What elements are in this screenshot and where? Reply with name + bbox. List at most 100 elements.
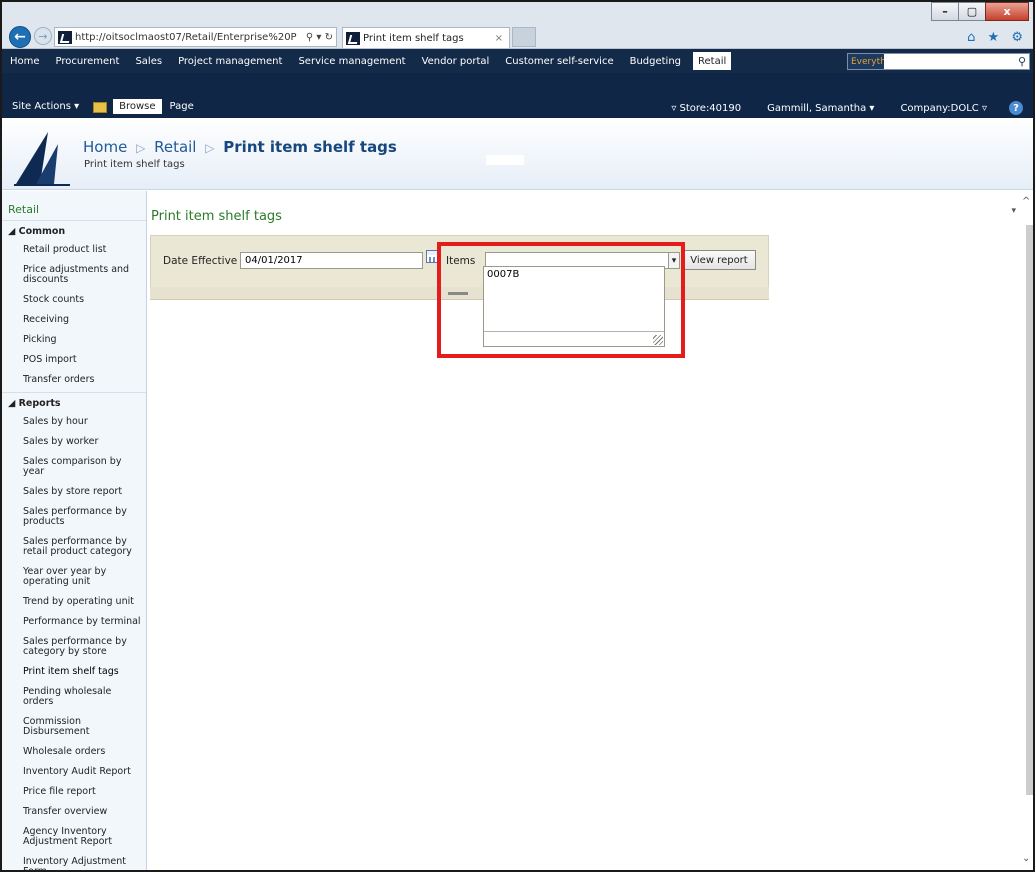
site-favicon-icon (58, 30, 72, 44)
forward-button[interactable]: → (34, 27, 52, 45)
left-nav-item[interactable]: Sales performance by retail product cate… (2, 532, 146, 562)
global-nav-item[interactable]: Budgeting (622, 49, 689, 73)
splitter-handle-icon[interactable] (448, 292, 468, 295)
browser-title-bar: – ▢ x ← → http://oitsoclmaost07/Retail/E… (2, 2, 1033, 49)
tab-close-icon[interactable]: × (495, 33, 503, 44)
left-nav-item[interactable]: Sales performance by products (2, 502, 146, 532)
tab-page[interactable]: Page (164, 99, 200, 114)
search-icon[interactable]: ⚲ (1015, 54, 1029, 69)
left-nav-item[interactable]: Sales comparison by year (2, 452, 146, 482)
left-nav-heading-reports[interactable]: ◢ Reports (2, 392, 146, 412)
left-nav-item[interactable]: Price adjustments and discounts (2, 260, 146, 290)
search-scope[interactable]: Everything (848, 54, 900, 69)
left-nav: Retail ◢ Common Retail product list Pric… (2, 191, 147, 871)
left-nav-item[interactable]: Wholesale orders (2, 742, 146, 762)
left-nav-item[interactable]: Receiving (2, 310, 146, 330)
parameters-splitter[interactable] (150, 287, 769, 300)
tab-browse[interactable]: Browse (113, 99, 162, 114)
left-nav-item[interactable]: Agency Inventory Adjustment Report (2, 822, 146, 852)
items-dropdown-arrow-icon[interactable]: ▾ (668, 252, 680, 269)
date-effective-input[interactable] (240, 252, 423, 269)
breadcrumb-retail[interactable]: Retail (154, 138, 196, 156)
left-nav-item[interactable]: Inventory Audit Report (2, 762, 146, 782)
left-nav-item[interactable]: Commission Disbursement (2, 712, 146, 742)
global-nav-item[interactable]: Service management (290, 49, 413, 73)
left-nav-item[interactable]: Stock counts (2, 290, 146, 310)
left-nav-item[interactable]: POS import (2, 350, 146, 370)
address-url[interactable]: http://oitsoclmaost07/Retail/Enterprise%… (75, 32, 303, 43)
minimize-button[interactable]: – (931, 2, 959, 21)
items-label: Items (446, 255, 476, 267)
page-title: Print item shelf tags (151, 209, 282, 224)
breadcrumb-separator-icon: ▷ (136, 141, 146, 155)
scroll-thumb[interactable] (1026, 225, 1033, 795)
report-parameters-panel: Date Effective Items ▾ View report (150, 235, 769, 288)
left-nav-root[interactable]: Retail (2, 191, 146, 218)
browser-tab-active[interactable]: Print item shelf tags × (342, 27, 510, 48)
navigate-up-icon[interactable] (93, 102, 108, 113)
restore-button[interactable]: ▢ (958, 2, 986, 21)
global-nav-item[interactable]: Sales (127, 49, 170, 73)
ribbon-right: ▿ Store:40190 Gammill, Samantha ▾ Compan… (645, 101, 1023, 115)
left-nav-heading-common[interactable]: ◢ Common (2, 220, 146, 240)
breadcrumb-separator-icon: ▷ (205, 141, 215, 155)
global-nav-item[interactable]: Vendor portal (414, 49, 498, 73)
global-search: Everything ⚲ (847, 53, 1030, 70)
dynamics-logo-icon (14, 132, 70, 186)
global-nav-item-retail[interactable]: Retail (693, 52, 732, 70)
calendar-icon[interactable] (426, 250, 441, 263)
collapse-arrow-icon[interactable]: ▾ (1011, 206, 1016, 216)
store-selector[interactable]: ▿ Store:40190 (671, 103, 741, 114)
left-nav-item[interactable]: Price file report (2, 782, 146, 802)
breadcrumb: Home ▷ Retail ▷ Print item shelf tags (83, 138, 397, 156)
page-header: Home ▷ Retail ▷ Print item shelf tags Pr… (2, 118, 1033, 190)
left-nav-item[interactable]: Inventory Adjustment Form (2, 852, 146, 871)
left-nav-item[interactable]: Performance by terminal (2, 612, 146, 632)
left-nav-item[interactable]: Sales by store report (2, 482, 146, 502)
left-nav-item[interactable]: Retail product list (2, 240, 146, 260)
left-nav-item[interactable]: Transfer orders (2, 370, 146, 390)
breadcrumb-current: Print item shelf tags (223, 138, 397, 156)
back-button[interactable]: ← (9, 26, 31, 48)
left-nav-item[interactable]: Sales by hour (2, 412, 146, 432)
global-nav-item[interactable]: Home (2, 49, 48, 73)
left-nav-item[interactable]: Trend by operating unit (2, 592, 146, 612)
global-nav-item[interactable]: Customer self-service (497, 49, 621, 73)
breadcrumb-home[interactable]: Home (83, 138, 127, 156)
left-nav-item[interactable]: Sales performance by category by store (2, 632, 146, 662)
browser-toolbar-icons[interactable]: ⌂ ★ ⚙ (967, 30, 1027, 45)
left-nav-item[interactable]: Year over year by operating unit (2, 562, 146, 592)
global-nav-item[interactable]: Procurement (48, 49, 128, 73)
browser-window: – ▢ x ← → http://oitsoclmaost07/Retail/E… (0, 0, 1035, 872)
help-icon[interactable]: ? (1009, 101, 1023, 115)
user-menu[interactable]: Gammill, Samantha ▾ (767, 103, 874, 114)
site-actions-menu[interactable]: Site Actions ▾ (6, 99, 85, 114)
search-input[interactable] (884, 54, 1015, 69)
left-nav-item[interactable]: Pending wholesale orders (2, 682, 146, 712)
company-selector[interactable]: Company:DOLC ▿ (900, 103, 987, 114)
left-nav-item[interactable]: Sales by worker (2, 432, 146, 452)
ribbon-bar: Site Actions ▾ Browse Page ▿ Store:40190… (2, 73, 1033, 118)
items-textarea[interactable]: 0007B (484, 267, 664, 332)
tab-favicon-icon (346, 31, 360, 45)
address-bar[interactable]: http://oitsoclmaost07/Retail/Enterprise%… (54, 27, 337, 47)
global-nav-item[interactable]: Project management (170, 49, 290, 73)
window-buttons: – ▢ x (931, 2, 1029, 22)
left-nav-item[interactable]: Picking (2, 330, 146, 350)
scroll-up-icon[interactable]: ^ (1022, 196, 1030, 207)
view-report-button[interactable]: View report (682, 250, 756, 270)
address-controls[interactable]: ⚲ ▾ ↻ (303, 32, 336, 43)
vertical-scrollbar[interactable]: ^ ⌄ (1022, 191, 1033, 870)
date-effective-label: Date Effective (163, 255, 238, 267)
global-nav: Home Procurement Sales Project managemen… (2, 49, 1033, 73)
new-tab-button[interactable] (512, 27, 536, 47)
scroll-down-icon[interactable]: ⌄ (1022, 853, 1030, 864)
resize-grip-icon[interactable] (653, 335, 663, 345)
left-nav-item[interactable]: Transfer overview (2, 802, 146, 822)
close-window-button[interactable]: x (985, 2, 1029, 21)
items-dropdown-panel: 0007B (483, 266, 665, 347)
left-nav-item-active[interactable]: Print item shelf tags (2, 662, 146, 682)
ribbon-left: Site Actions ▾ Browse Page (6, 99, 202, 114)
main-content: Print item shelf tags ▾ Date Effective I… (148, 191, 1026, 870)
header-blank-box (486, 155, 524, 165)
